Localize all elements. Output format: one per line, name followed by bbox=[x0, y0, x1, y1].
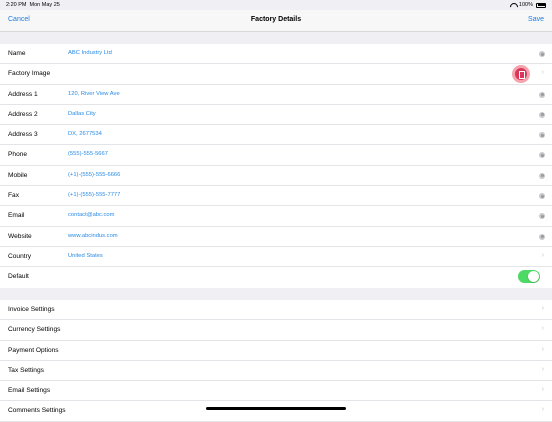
status-date: Mon May 25 bbox=[29, 2, 60, 8]
settings-item-label: Invoice Settings bbox=[8, 306, 55, 313]
save-button[interactable]: Save bbox=[528, 16, 544, 23]
default-row: Default bbox=[0, 267, 552, 287]
country-label: Country bbox=[8, 252, 32, 260]
battery-percent: 100% bbox=[518, 2, 533, 8]
address-3-field[interactable]: DX, 2677534 bbox=[68, 131, 102, 137]
clear-icon[interactable] bbox=[539, 132, 545, 139]
email-label: Email bbox=[8, 212, 25, 220]
settings-item-payment[interactable]: Payment Options › bbox=[0, 341, 552, 361]
clear-icon[interactable] bbox=[539, 213, 545, 220]
settings-item-label: Comments Settings bbox=[8, 407, 66, 415]
factory-image-button[interactable] bbox=[512, 65, 530, 84]
settings-item-tax[interactable]: Tax Settings › bbox=[0, 361, 552, 382]
settings-item-label: Email Settings bbox=[8, 387, 51, 395]
address-1-label: Address 1 bbox=[8, 90, 38, 98]
clear-icon[interactable] bbox=[539, 172, 545, 179]
chevron-right-icon: › bbox=[541, 305, 544, 312]
factory-image-label: Factory Image bbox=[8, 70, 51, 78]
chevron-right-icon: › bbox=[541, 406, 544, 414]
factory-details-form: Name ABC Industry Ltd Factory Image › Ad… bbox=[0, 44, 552, 288]
clear-icon[interactable] bbox=[539, 233, 545, 240]
address-1-row[interactable]: Address 1 120, River View Ave bbox=[0, 85, 552, 105]
name-label: Name bbox=[8, 50, 26, 57]
settings-item-email[interactable]: Email Settings › bbox=[0, 381, 552, 402]
factory-image-row[interactable]: Factory Image › bbox=[0, 64, 552, 85]
clear-icon[interactable] bbox=[539, 91, 545, 98]
clear-icon[interactable] bbox=[539, 193, 545, 200]
address-2-label: Address 2 bbox=[8, 110, 38, 118]
chevron-right-icon: › bbox=[541, 365, 544, 373]
settings-list: Invoice Settings › Currency Settings › P… bbox=[0, 300, 552, 422]
settings-item-label: Tax Settings bbox=[8, 366, 44, 374]
status-time: 2:20 PM bbox=[6, 2, 27, 8]
chevron-right-icon: › bbox=[541, 386, 544, 394]
home-indicator[interactable] bbox=[206, 407, 346, 410]
default-label: Default bbox=[8, 273, 29, 281]
country-row[interactable]: Country United States › bbox=[0, 247, 552, 268]
chevron-right-icon: › bbox=[541, 325, 544, 333]
status-time-date: 2:20 PM Mon May 25 bbox=[6, 2, 60, 8]
fax-field[interactable]: (+1)-(555)-555-7777 bbox=[68, 192, 120, 198]
website-field[interactable]: www.abcindus.com bbox=[68, 233, 118, 239]
country-value: United States bbox=[68, 252, 103, 259]
address-3-label: Address 3 bbox=[8, 131, 38, 139]
settings-item-label: Currency Settings bbox=[8, 326, 61, 334]
address-3-row[interactable]: Address 3 DX, 2677534 bbox=[0, 125, 552, 146]
status-right: 100% bbox=[510, 2, 546, 8]
email-row[interactable]: Email contact@abc.com bbox=[0, 206, 552, 227]
phone-row[interactable]: Phone (555)-555-5667 bbox=[0, 145, 552, 166]
settings-item-comments[interactable]: Comments Settings › bbox=[0, 401, 552, 422]
wifi-icon bbox=[510, 3, 516, 8]
address-1-field[interactable]: 120, River View Ave bbox=[68, 91, 120, 97]
status-bar: 2:20 PM Mon May 25 100% bbox=[0, 0, 552, 10]
name-row[interactable]: Name ABC Industry Ltd bbox=[0, 44, 552, 65]
chevron-right-icon: › bbox=[541, 251, 544, 259]
mobile-label: Mobile bbox=[8, 171, 28, 179]
address-2-field[interactable]: Dallas City bbox=[68, 111, 96, 117]
battery-icon bbox=[536, 2, 546, 8]
phone-field[interactable]: (555)-555-5667 bbox=[68, 151, 108, 157]
website-row[interactable]: Website www.abcindus.com bbox=[0, 227, 552, 247]
page-title: Factory Details bbox=[250, 16, 302, 23]
clear-icon[interactable] bbox=[539, 152, 545, 159]
address-2-row[interactable]: Address 2 Dallas City bbox=[0, 105, 552, 126]
mobile-row[interactable]: Mobile (+1)-(555)-555-6666 bbox=[0, 166, 552, 187]
fax-row[interactable]: Fax (+1)-(555)-555-7777 bbox=[0, 186, 552, 207]
default-toggle[interactable] bbox=[518, 270, 540, 284]
clear-icon[interactable] bbox=[539, 111, 545, 118]
settings-item-currency[interactable]: Currency Settings › bbox=[0, 320, 552, 341]
settings-item-label: Payment Options bbox=[8, 346, 59, 354]
settings-item-invoice[interactable]: Invoice Settings › bbox=[0, 300, 552, 321]
navigation-bar: Cancel Factory Details Save bbox=[0, 10, 552, 32]
clear-icon[interactable] bbox=[539, 51, 545, 57]
chevron-right-icon: › bbox=[541, 345, 544, 353]
chevron-right-icon: › bbox=[541, 69, 544, 77]
name-field[interactable]: ABC Industry Ltd bbox=[68, 50, 112, 56]
fax-label: Fax bbox=[8, 192, 19, 200]
website-label: Website bbox=[8, 232, 32, 240]
mobile-field[interactable]: (+1)-(555)-555-6666 bbox=[68, 172, 120, 178]
email-field[interactable]: contact@abc.com bbox=[68, 212, 114, 218]
phone-label: Phone bbox=[8, 151, 28, 159]
